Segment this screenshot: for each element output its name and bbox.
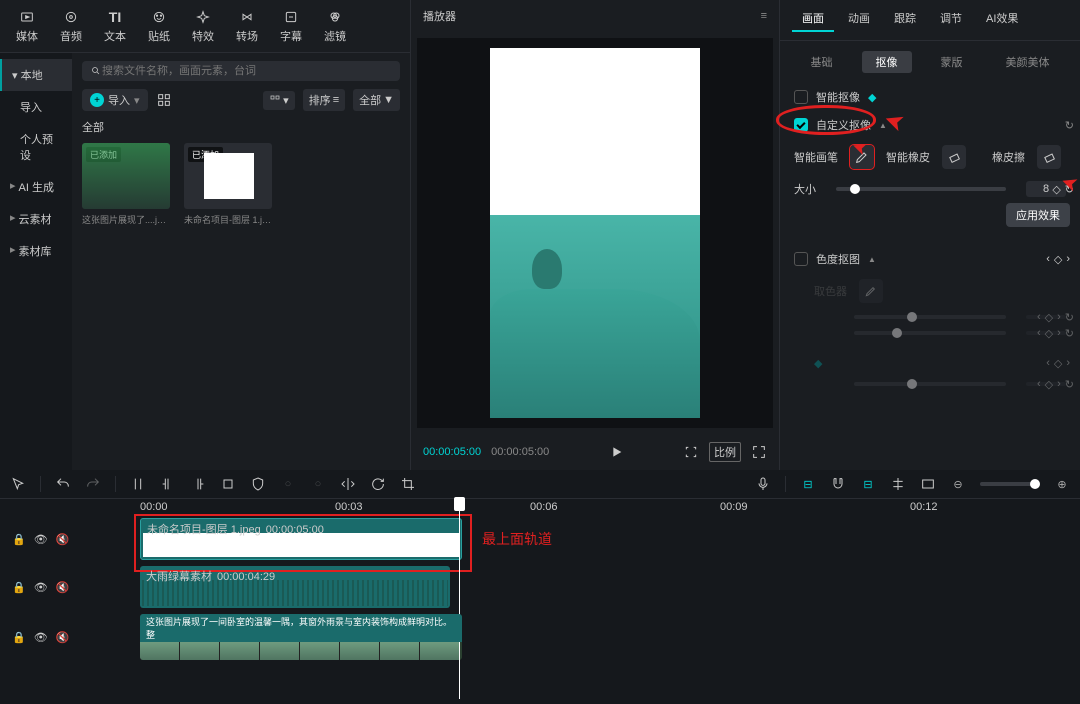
focus-icon[interactable] — [683, 444, 699, 460]
tab-transition[interactable]: 转场 — [226, 4, 268, 48]
total-time: 00:00:05:00 — [491, 446, 549, 458]
crop-tool-icon[interactable] — [400, 476, 416, 492]
shield-icon[interactable] — [250, 476, 266, 492]
eraser-button[interactable] — [1037, 145, 1061, 169]
zoom-in-icon[interactable]: ⊕ — [1054, 476, 1070, 492]
search-input[interactable] — [82, 61, 400, 81]
zoom-out-icon[interactable]: ⊖ — [950, 476, 966, 492]
ratio-button[interactable]: 比例 — [709, 442, 741, 462]
property-subtabs: 基础 抠像 蒙版 美颜美体 — [780, 41, 1080, 83]
tab-picture[interactable]: 画面 — [792, 6, 834, 32]
smart-eraser-button[interactable] — [942, 145, 966, 169]
tab-audio[interactable]: 音频 — [50, 4, 92, 48]
preview-canvas[interactable] — [490, 48, 700, 418]
tab-anim[interactable]: 动画 — [838, 6, 880, 32]
tab-caption[interactable]: 字幕 — [270, 4, 312, 48]
preview-icon[interactable] — [920, 476, 936, 492]
player-title: 播放器 — [423, 8, 456, 24]
tab-filter[interactable]: 滤镜 — [314, 4, 356, 48]
tab-ai-effect[interactable]: AI效果 — [976, 6, 1028, 32]
track-controls[interactable]: 🔒👁🔇 — [0, 581, 140, 594]
size-slider[interactable] — [836, 187, 1006, 191]
diamond-icon: ◆ — [868, 91, 876, 104]
mic-icon[interactable] — [755, 476, 771, 492]
chroma-label: 色度抠图 — [816, 251, 860, 267]
eraser-label: 智能橡皮 — [886, 149, 930, 165]
media-thumb[interactable]: 已添加 未命名项目-图层 1.jpeg — [184, 143, 272, 226]
media-thumb[interactable]: 已添加 这张图片展现了....jpeg — [82, 143, 170, 226]
current-time: 00:00:05:00 — [423, 446, 481, 458]
redo-icon[interactable] — [85, 476, 101, 492]
align-icon[interactable] — [890, 476, 906, 492]
chroma-checkbox[interactable] — [794, 252, 808, 266]
split-icon[interactable] — [130, 476, 146, 492]
sidebar-item-local[interactable]: ▾ 本地 — [0, 59, 72, 91]
timeline-clip[interactable]: 这张图片展现了一间卧室的温馨一隅，其窗外雨景与室内装饰构成鲜明对比。整 — [140, 614, 462, 660]
track-controls[interactable]: 🔒👁🔇 — [0, 533, 140, 546]
select-tool[interactable] — [10, 476, 26, 492]
grid-icon[interactable] — [156, 92, 172, 108]
category-label: 全部 — [82, 119, 400, 135]
tab-effect[interactable]: 特效 — [182, 4, 224, 48]
tab-track[interactable]: 跟踪 — [884, 6, 926, 32]
timeline-toolbar: ○ ○ ⊟ ⊟ ⊖ ⊕ — [0, 470, 1080, 499]
sort-button[interactable]: 排序 ≡ — [303, 89, 345, 111]
library-sidebar: ▾ 本地 导入 个人预设 ▸AI 生成 ▸云素材 ▸素材库 — [0, 53, 72, 470]
undo-icon[interactable] — [55, 476, 71, 492]
property-tabs: 画面 动画 跟踪 调节 AI效果 — [780, 6, 1080, 41]
rotate-icon[interactable] — [370, 476, 386, 492]
tab-text[interactable]: TI文本 — [94, 4, 136, 48]
tab-media[interactable]: 媒体 — [6, 4, 48, 48]
tool-icon: ○ — [310, 476, 326, 492]
smart-matting-label: 智能抠像 — [816, 89, 860, 105]
picker-button — [859, 279, 883, 303]
tool-icon: ○ — [280, 476, 296, 492]
sidebar-item-ai[interactable]: ▸AI 生成 — [0, 171, 72, 203]
import-button[interactable]: +导入▾ — [82, 89, 148, 111]
zoom-slider[interactable] — [980, 482, 1040, 486]
playhead[interactable] — [459, 499, 460, 699]
menu-icon[interactable]: ≡ — [761, 10, 767, 22]
cut-left-icon[interactable] — [160, 476, 176, 492]
subtab-matting[interactable]: 抠像 — [862, 51, 912, 73]
link-icon[interactable]: ⊟ — [860, 476, 876, 492]
crop-icon[interactable] — [220, 476, 236, 492]
pen-label: 智能画笔 — [794, 149, 838, 165]
magnet-icon[interactable] — [830, 476, 846, 492]
track-controls[interactable]: 🔒👁🔇 — [0, 631, 140, 644]
size-label: 大小 — [794, 181, 816, 197]
view-button[interactable]: ▾ — [263, 91, 295, 110]
sidebar-item-lib[interactable]: ▸素材库 — [0, 235, 72, 267]
sidebar-item-import[interactable]: 导入 — [0, 91, 72, 123]
tab-sticker[interactable]: 贴纸 — [138, 4, 180, 48]
subtab-basic[interactable]: 基础 — [797, 51, 847, 73]
mirror-icon[interactable] — [340, 476, 356, 492]
reset-icon[interactable]: ↻ — [1065, 119, 1074, 132]
smart-matting-checkbox[interactable] — [794, 90, 808, 104]
sidebar-item-cloud[interactable]: ▸云素材 — [0, 203, 72, 235]
tab-adjust[interactable]: 调节 — [930, 6, 972, 32]
timeline-clip[interactable]: 大雨绿幕素材 00:00:04:29 — [140, 566, 450, 608]
library-tabs: 媒体 音频 TI文本 贴纸 特效 转场 字幕 滤镜 — [0, 0, 410, 53]
subtab-mask[interactable]: 蒙版 — [927, 51, 977, 73]
filter-all-button[interactable]: 全部 ▼ — [353, 89, 400, 111]
annotation-text: 最上面轨道 — [482, 529, 552, 549]
sidebar-item-preset[interactable]: 个人预设 — [0, 123, 72, 171]
eraser2-label: 橡皮擦 — [992, 149, 1025, 165]
annotation-ring — [776, 105, 876, 135]
play-button[interactable] — [608, 444, 624, 460]
apply-button[interactable]: 应用效果 — [1006, 203, 1070, 227]
search-icon — [90, 65, 102, 77]
cut-right-icon[interactable] — [190, 476, 206, 492]
subtab-beauty[interactable]: 美颜美体 — [992, 51, 1064, 73]
fullscreen-icon[interactable] — [751, 444, 767, 460]
snap-icon[interactable]: ⊟ — [800, 476, 816, 492]
